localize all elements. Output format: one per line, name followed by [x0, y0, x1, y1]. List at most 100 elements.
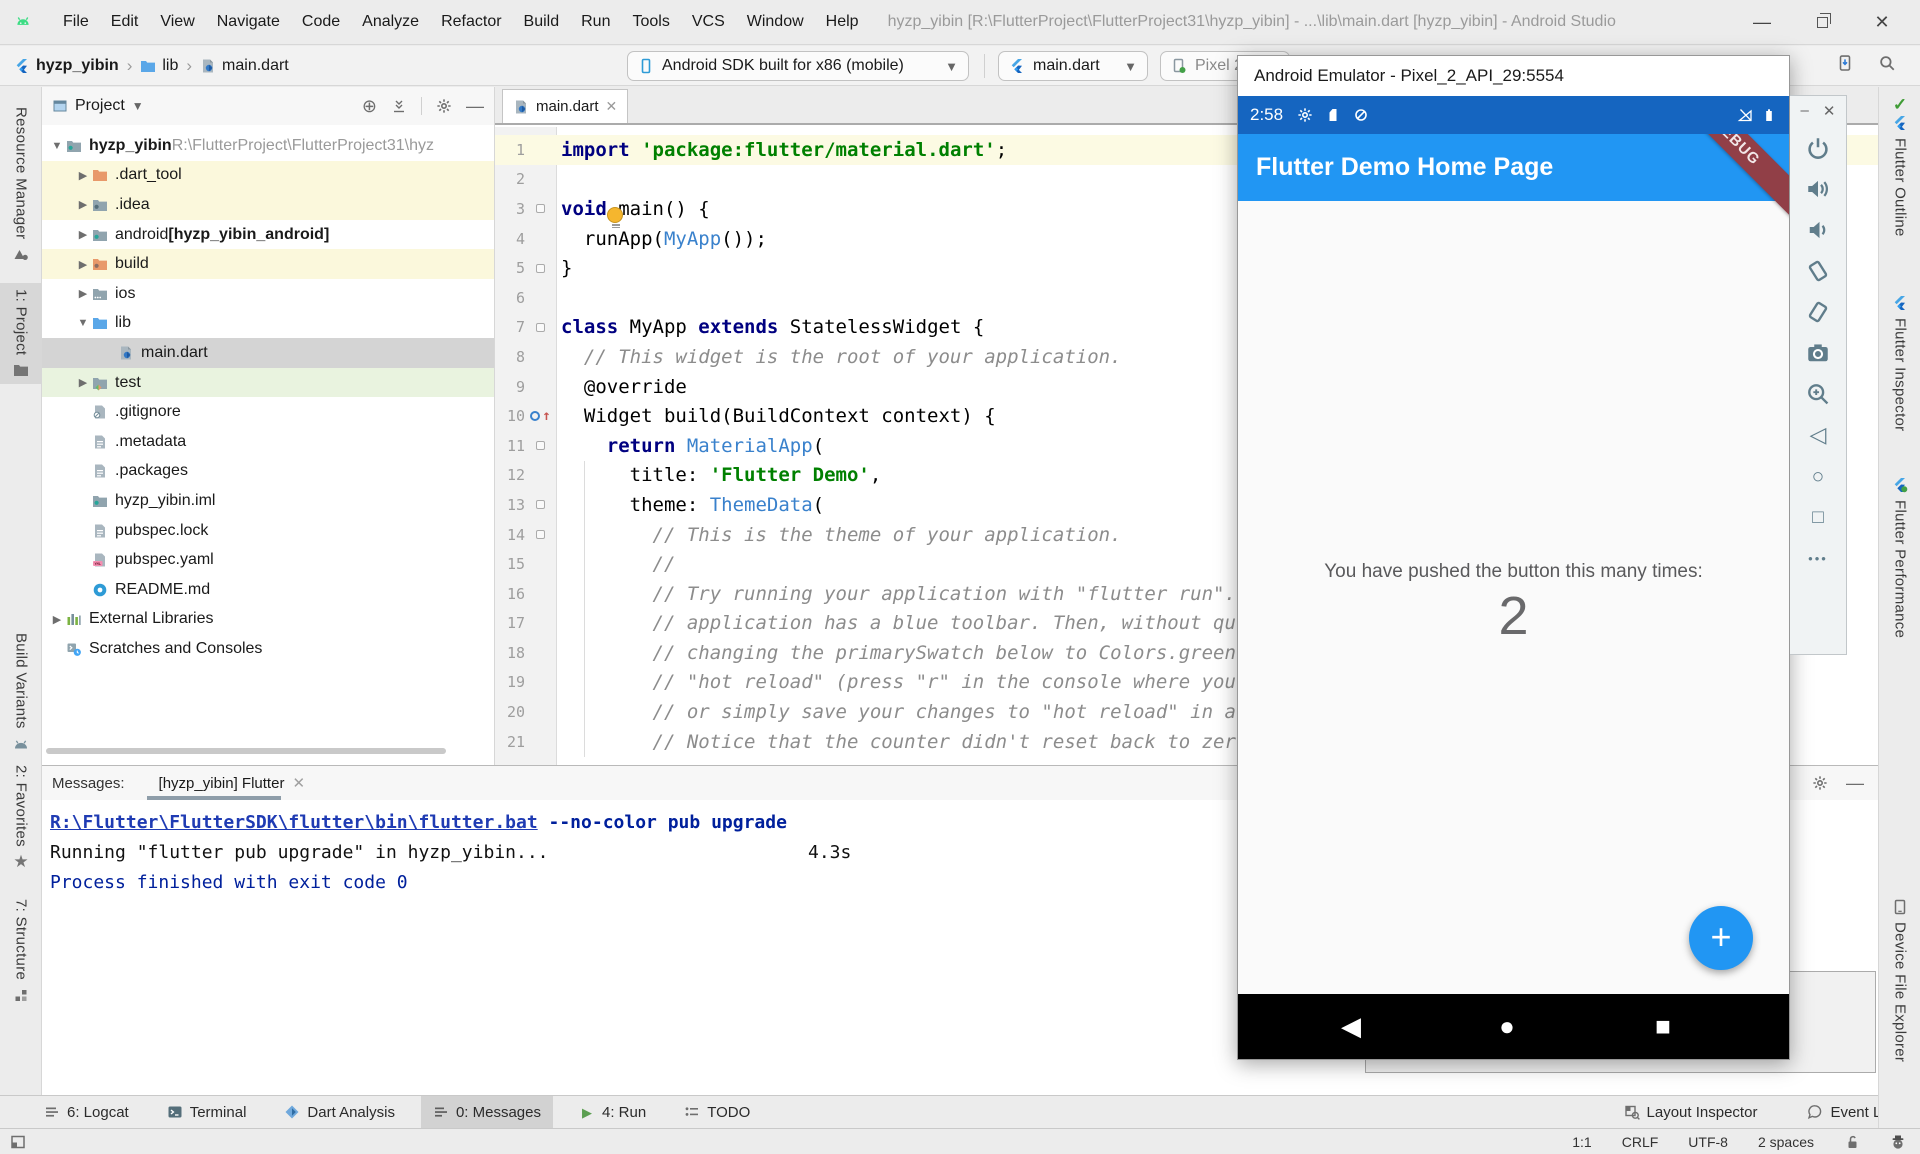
minimize-window-icon[interactable]: —	[1732, 5, 1792, 39]
chevron-down-icon[interactable]: ▼	[132, 99, 144, 113]
menu-edit[interactable]: Edit	[100, 9, 150, 35]
emulator-power-button[interactable]	[1806, 136, 1830, 160]
nav-recents-button[interactable]: ■	[1639, 994, 1687, 1059]
emulator-title[interactable]: Android Emulator - Pixel_2_API_29:5554	[1238, 56, 1789, 96]
breadcrumb-hyzp_yibin[interactable]: hyzp_yibin	[14, 57, 119, 75]
tab-main-dart[interactable]: main.dart ✕	[502, 89, 628, 123]
tool-window-toggle-icon[interactable]	[10, 1134, 26, 1150]
nav-home-button[interactable]: ●	[1483, 994, 1531, 1059]
override-marker-icon[interactable]	[530, 411, 540, 421]
tree-expand-arrow[interactable]: ▼	[74, 317, 92, 329]
emulator-home-button[interactable]: ○	[1806, 464, 1830, 488]
fold-marker-icon[interactable]	[536, 530, 545, 539]
project-panel-title[interactable]: Project	[75, 97, 125, 115]
tree-item-pubspec-yaml[interactable]: YMLpubspec.yaml	[42, 545, 494, 575]
nav-back-button[interactable]: ◀	[1327, 994, 1375, 1059]
emulator-minimize-icon[interactable]: –	[1801, 102, 1809, 120]
fold-marker-icon[interactable]	[536, 323, 545, 332]
fold-marker-icon[interactable]	[536, 264, 545, 273]
tree-item-ios[interactable]: ▶ios	[42, 279, 494, 309]
messages-tab-flutter[interactable]: [hyzp_yibin] Flutter ✕	[153, 766, 311, 800]
sidebar-tab-7-structure[interactable]: 7: Structure	[0, 893, 42, 1009]
hide-panel-icon[interactable]: —	[466, 97, 484, 115]
face-icon[interactable]	[1890, 1134, 1906, 1150]
gear-icon[interactable]	[1812, 775, 1828, 791]
tree-expand-arrow[interactable]: ▶	[48, 613, 66, 626]
emulator-volume-down-button[interactable]	[1806, 218, 1830, 242]
menu-run[interactable]: Run	[570, 9, 621, 35]
sidebar-tab-device-file-explorer[interactable]: Device File Explorer	[1879, 899, 1920, 1062]
tree-item--packages[interactable]: .packages	[42, 457, 494, 487]
tree-item-lib[interactable]: ▼lib	[42, 309, 494, 339]
tree-item-Scratches-and-Consoles[interactable]: Scratches and Consoles	[42, 634, 494, 664]
tree-expand-arrow[interactable]: ▶	[74, 169, 92, 182]
tree-expand-arrow[interactable]: ▼	[48, 140, 66, 152]
tree-item-android[interactable]: ▶android [hyzp_yibin_android]	[42, 220, 494, 250]
menu-vcs[interactable]: VCS	[681, 9, 736, 35]
emulator-rotate-left-button[interactable]	[1806, 259, 1830, 283]
close-window-icon[interactable]: ✕	[1852, 5, 1912, 39]
emulator-camera-button[interactable]	[1806, 341, 1830, 365]
sidebar-tab-flutter-inspector[interactable]: Flutter Inspector	[1879, 295, 1920, 431]
menu-refactor[interactable]: Refactor	[430, 9, 512, 35]
toolwindow-button-todo[interactable]: TODO	[672, 1096, 762, 1129]
status-item-utf-8[interactable]: UTF-8	[1688, 1134, 1728, 1150]
fold-marker-icon[interactable]	[536, 204, 545, 213]
sidebar-tab-resource-manager[interactable]: Resource Manager	[0, 101, 42, 268]
sidebar-tab-2-favorites[interactable]: 2: Favorites★	[0, 759, 42, 876]
hide-panel-icon[interactable]: —	[1846, 774, 1864, 792]
menu-navigate[interactable]: Navigate	[206, 9, 291, 35]
locate-icon[interactable]: ⊕	[362, 97, 377, 115]
gear-icon[interactable]	[436, 98, 452, 114]
breadcrumb-lib[interactable]: lib	[140, 57, 178, 75]
emulator-zoom-in-button[interactable]	[1806, 382, 1830, 406]
emulator-back-button[interactable]: ◁	[1806, 423, 1830, 447]
status-item-2-spaces[interactable]: 2 spaces	[1758, 1134, 1814, 1150]
sidebar-tab-flutter-performance[interactable]: Flutter Performance	[1879, 477, 1920, 638]
collapse-all-icon[interactable]	[391, 98, 407, 114]
search-icon[interactable]	[1878, 54, 1896, 72]
emulator-more-button[interactable]: •••	[1806, 546, 1830, 570]
tree-expand-arrow[interactable]: ▶	[74, 198, 92, 211]
sidebar-tab-flutter-outline[interactable]: Flutter Outline	[1879, 115, 1920, 237]
tree-item--gitignore[interactable]: .gitignore	[42, 397, 494, 427]
tree-expand-arrow[interactable]: ▶	[74, 228, 92, 241]
run-config-selector[interactable]: main.dart ▼	[998, 51, 1148, 81]
fab-increment-button[interactable]: +	[1689, 906, 1753, 970]
breadcrumb-main-dart[interactable]: main.dart	[200, 57, 289, 75]
status-item-crlf[interactable]: CRLF	[1622, 1134, 1659, 1150]
console-link[interactable]: R:\Flutter\FlutterSDK\flutter\bin\flutte…	[50, 812, 538, 833]
device-selector[interactable]: Android SDK built for x86 (mobile) ▼	[627, 51, 969, 81]
menu-window[interactable]: Window	[736, 9, 815, 35]
menu-help[interactable]: Help	[815, 9, 870, 35]
emulator-overview-button[interactable]: □	[1806, 505, 1830, 529]
menu-view[interactable]: View	[149, 9, 205, 35]
emulator-close-icon[interactable]: ✕	[1823, 102, 1836, 120]
restore-window-icon[interactable]	[1792, 5, 1852, 39]
status-item-1-1[interactable]: 1:1	[1572, 1134, 1591, 1150]
emulator-rotate-right-button[interactable]	[1806, 300, 1830, 324]
tree-item-hyzp_yibin-iml[interactable]: hyzp_yibin.iml	[42, 486, 494, 516]
menu-code[interactable]: Code	[291, 9, 351, 35]
tree-item--idea[interactable]: ▶.idea	[42, 190, 494, 220]
tree-expand-arrow[interactable]: ▶	[74, 258, 92, 271]
tree-item-test[interactable]: ▶test	[42, 368, 494, 398]
toolwindow-button-6-logcat[interactable]: 6: Logcat	[32, 1096, 141, 1129]
tree-expand-arrow[interactable]: ▶	[74, 376, 92, 389]
menu-tools[interactable]: Tools	[621, 9, 680, 35]
lock-open-icon[interactable]	[1844, 1134, 1860, 1150]
menu-build[interactable]: Build	[513, 9, 571, 35]
toolwindow-button-dart-analysis[interactable]: Dart Analysis	[272, 1096, 407, 1129]
toolwindow-button-0-messages[interactable]: 0: Messages	[421, 1096, 553, 1129]
menu-analyze[interactable]: Analyze	[351, 9, 430, 35]
close-tab-icon[interactable]: ✕	[292, 774, 305, 792]
sidebar-tab-1-project[interactable]: 1: Project	[0, 283, 42, 384]
fold-marker-icon[interactable]	[536, 500, 545, 509]
toolwindow-button-4-run[interactable]: ▶4: Run	[567, 1096, 658, 1129]
toolwindow-button-terminal[interactable]: Terminal	[155, 1096, 259, 1129]
lightbulb-icon[interactable]	[607, 207, 624, 229]
tree-item-pubspec-lock[interactable]: pubspec.lock	[42, 516, 494, 546]
horizontal-scrollbar[interactable]	[46, 748, 446, 754]
tree-item-hyzp_yibin[interactable]: ▼hyzp_yibin R:\FlutterProject\FlutterPro…	[42, 131, 494, 161]
tree-item-build[interactable]: ▶build	[42, 249, 494, 279]
